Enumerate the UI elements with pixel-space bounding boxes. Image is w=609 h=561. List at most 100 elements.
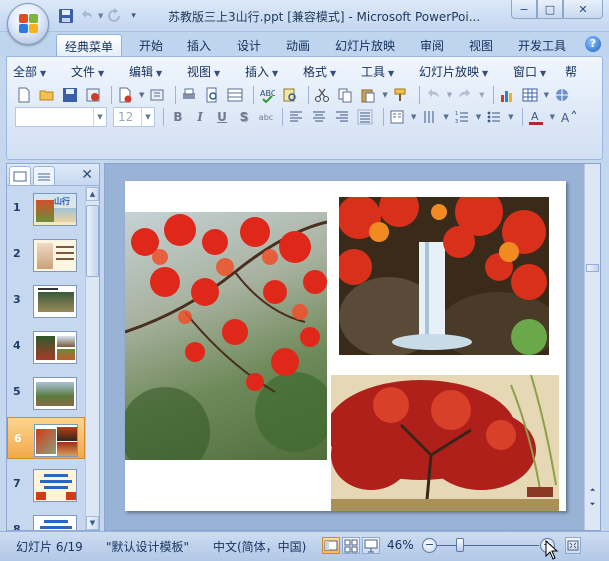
editor-scroll-thumb[interactable] bbox=[586, 264, 599, 272]
maximize-button[interactable]: □ bbox=[537, 0, 563, 19]
undo-dropdown-icon[interactable]: ▼ bbox=[98, 12, 103, 20]
paste-dropdown-icon[interactable]: ▼ bbox=[382, 91, 387, 99]
bullets-dropdown-icon[interactable]: ▼ bbox=[508, 113, 513, 121]
save-icon[interactable] bbox=[58, 8, 74, 24]
tab-review[interactable]: 审阅 bbox=[412, 34, 452, 56]
close-button[interactable]: ✕ bbox=[563, 0, 603, 19]
align-left-icon[interactable] bbox=[287, 108, 305, 126]
language-indicator[interactable]: 中文(简体，中国) bbox=[213, 538, 306, 555]
slide-sorter-button[interactable] bbox=[342, 537, 360, 554]
grow-font-icon[interactable]: A bbox=[559, 108, 577, 126]
slide-thumbnail-6[interactable]: 6 bbox=[7, 417, 85, 459]
outline-tab[interactable] bbox=[33, 166, 55, 185]
menu-view[interactable]: 视图 ▼ bbox=[187, 63, 245, 81]
email-dropdown-icon[interactable]: ▼ bbox=[139, 91, 144, 99]
fit-to-window-button[interactable] bbox=[565, 537, 581, 554]
insert-chart-icon[interactable] bbox=[498, 86, 516, 104]
undo-toolbar-dropdown-icon[interactable]: ▼ bbox=[447, 91, 452, 99]
underline-button[interactable]: U bbox=[212, 107, 232, 127]
slides-tab[interactable] bbox=[9, 166, 31, 185]
font-color-icon[interactable]: A bbox=[527, 108, 545, 126]
tab-home[interactable]: 开始 bbox=[131, 34, 171, 56]
menu-slideshow[interactable]: 幻灯片放映 ▼ bbox=[419, 63, 513, 81]
slide-thumbnail-8[interactable]: 8 bbox=[7, 509, 85, 530]
columns-icon[interactable] bbox=[388, 108, 406, 126]
menu-all[interactable]: 全部 ▼ bbox=[13, 63, 71, 81]
open-folder-icon[interactable] bbox=[38, 86, 56, 104]
zoom-slider[interactable] bbox=[437, 545, 539, 546]
numbering-icon[interactable]: 13 bbox=[453, 108, 471, 126]
permission-icon[interactable] bbox=[84, 86, 102, 104]
menu-edit[interactable]: 编辑 ▼ bbox=[129, 63, 187, 81]
email-icon[interactable] bbox=[116, 86, 134, 104]
slide-thumbnail-5[interactable]: 5 bbox=[7, 371, 85, 413]
waterfall-photo[interactable] bbox=[339, 197, 549, 355]
undo-icon[interactable] bbox=[78, 8, 94, 24]
slide-thumbnail-1[interactable]: 1 山行 bbox=[7, 187, 85, 229]
menu-window[interactable]: 窗口 ▼ bbox=[513, 63, 565, 81]
paste-icon[interactable] bbox=[359, 86, 377, 104]
slide-thumbnail-4[interactable]: 4 bbox=[7, 325, 85, 367]
columns-dropdown-icon[interactable]: ▼ bbox=[411, 113, 416, 121]
editor-scrollbar[interactable]: ⏶ ⏷ bbox=[584, 164, 600, 530]
tab-developer[interactable]: 开发工具 bbox=[510, 34, 574, 56]
pane-close-icon[interactable]: ✕ bbox=[81, 167, 93, 183]
red-tree-photo[interactable] bbox=[331, 375, 559, 511]
bullets-icon[interactable] bbox=[485, 108, 503, 126]
redo-icon[interactable] bbox=[107, 8, 123, 24]
undo-toolbar-icon[interactable] bbox=[424, 86, 442, 104]
slide-thumbnail-3[interactable]: 3 bbox=[7, 279, 85, 321]
new-document-icon[interactable] bbox=[15, 86, 33, 104]
office-button[interactable] bbox=[7, 3, 49, 45]
menu-tools[interactable]: 工具 ▼ bbox=[361, 63, 419, 81]
normal-view-button[interactable] bbox=[322, 537, 340, 554]
cut-icon[interactable] bbox=[313, 86, 331, 104]
text-direction-icon[interactable] bbox=[420, 108, 438, 126]
tab-view[interactable]: 视图 bbox=[461, 34, 501, 56]
align-center-icon[interactable] bbox=[310, 108, 328, 126]
print-preview-icon[interactable] bbox=[203, 86, 221, 104]
insert-table-icon[interactable] bbox=[521, 86, 539, 104]
bold-button[interactable]: B bbox=[168, 107, 188, 127]
pane-scroll-thumb[interactable] bbox=[86, 205, 99, 277]
help-icon[interactable]: ? bbox=[585, 36, 601, 52]
justify-icon[interactable] bbox=[356, 108, 374, 126]
menu-file[interactable]: 文件 ▼ bbox=[71, 63, 129, 81]
tab-slideshow[interactable]: 幻灯片放映 bbox=[327, 34, 403, 56]
grid-icon[interactable] bbox=[226, 86, 244, 104]
slide-thumbnail-7[interactable]: 7 bbox=[7, 463, 85, 505]
slide-thumbnail-2[interactable]: 2 bbox=[7, 233, 85, 275]
redo-toolbar-icon[interactable] bbox=[456, 86, 474, 104]
tab-animation[interactable]: 动画 bbox=[278, 34, 318, 56]
tab-insert[interactable]: 插入 bbox=[179, 34, 219, 56]
tab-classic-menu[interactable]: 经典菜单 bbox=[56, 34, 123, 56]
tab-design[interactable]: 设计 bbox=[229, 34, 269, 56]
next-slide-icon[interactable]: ⏷ bbox=[586, 498, 599, 512]
text-direction-dropdown-icon[interactable]: ▼ bbox=[443, 113, 448, 121]
font-color-dropdown-icon[interactable]: ▼ bbox=[550, 113, 555, 121]
copy-icon[interactable] bbox=[336, 86, 354, 104]
zoom-out-button[interactable]: − bbox=[422, 538, 437, 553]
font-size-combo[interactable]: 12 ▼ bbox=[113, 107, 155, 127]
current-slide[interactable] bbox=[125, 181, 566, 511]
research-icon[interactable] bbox=[281, 86, 299, 104]
minimize-button[interactable]: − bbox=[511, 0, 537, 19]
customize-qat-icon[interactable]: ▾ bbox=[131, 11, 136, 21]
maple-branch-photo[interactable] bbox=[125, 212, 327, 460]
slideshow-button[interactable] bbox=[362, 537, 380, 554]
font-name-combo[interactable]: ▼ bbox=[15, 107, 107, 127]
format-painter-icon[interactable] bbox=[392, 86, 410, 104]
spelling-icon[interactable]: ABC bbox=[258, 86, 276, 104]
menu-help[interactable]: 帮 bbox=[565, 63, 577, 81]
numbering-dropdown-icon[interactable]: ▼ bbox=[476, 113, 481, 121]
italic-button[interactable]: I bbox=[190, 107, 210, 127]
pane-scrollbar[interactable]: ▲ ▼ bbox=[85, 187, 99, 530]
save-toolbar-icon[interactable] bbox=[61, 86, 79, 104]
scroll-down-icon[interactable]: ▼ bbox=[86, 516, 99, 530]
print-icon[interactable] bbox=[180, 86, 198, 104]
shadow-button[interactable]: S bbox=[234, 107, 254, 127]
attach-icon[interactable] bbox=[148, 86, 166, 104]
char-spacing-button[interactable]: abc bbox=[256, 107, 276, 127]
scroll-up-icon[interactable]: ▲ bbox=[86, 187, 99, 201]
zoom-slider-handle[interactable] bbox=[456, 538, 464, 552]
